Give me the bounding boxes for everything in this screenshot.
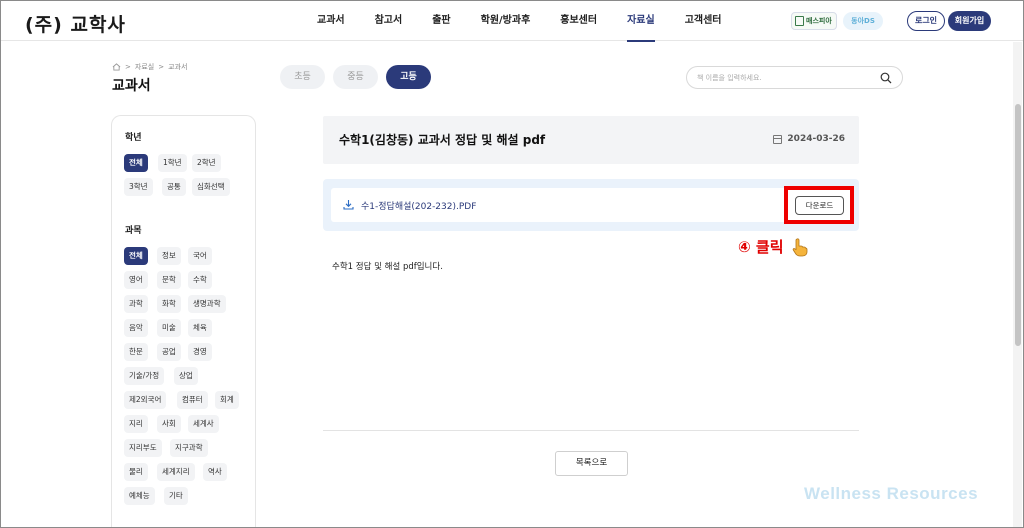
subject-chip[interactable]: 영어 (124, 271, 148, 289)
nav-item-customer-center[interactable]: 고객센터 (685, 1, 722, 41)
nav-item-publishing[interactable]: 출판 (432, 1, 450, 41)
partner-badge-mathpia[interactable]: 매스피아 (791, 12, 837, 30)
subject-chip[interactable]: 예체능 (124, 487, 155, 505)
subject-chip[interactable]: 체육 (188, 319, 212, 337)
breadcrumb-item-resources[interactable]: 자료실 (135, 62, 154, 72)
grade-chip-1[interactable]: 1학년 (158, 154, 187, 172)
main-nav: 교과서 참고서 출판 학원/방과후 홍보센터 자료실 고객센터 (317, 1, 752, 42)
search-box (686, 66, 903, 89)
subject-chip[interactable]: 과학 (124, 295, 148, 313)
subject-chip[interactable]: 지리 (124, 415, 148, 433)
instruction-annotation: ④ 클릭 (738, 236, 810, 257)
subject-chip[interactable]: 국어 (188, 247, 212, 265)
nav-item-textbook[interactable]: 교과서 (317, 1, 345, 41)
calendar-icon (773, 134, 783, 144)
subject-chip[interactable]: 회계 (215, 391, 239, 409)
grade-chip-3[interactable]: 3학년 (124, 178, 153, 196)
instruction-annotation-text: ④ 클릭 (738, 238, 784, 256)
post-date: 2024-03-26 (773, 134, 845, 144)
grade-filter-label: 학년 (125, 133, 142, 143)
site-header: (주) 교학사 교과서 참고서 출판 학원/방과후 홍보센터 자료실 고객센터 … (1, 1, 1023, 42)
nav-item-reference[interactable]: 참고서 (375, 1, 403, 41)
subject-chip[interactable]: 사회 (157, 415, 181, 433)
post-date-text: 2024-03-26 (787, 134, 845, 144)
subject-chip[interactable]: 제2외국어 (124, 391, 167, 409)
partner-badge-secondary[interactable]: 동아DS (843, 12, 883, 30)
join-button[interactable]: 회원가입 (948, 11, 991, 31)
pointing-hand-icon (792, 237, 807, 256)
site-logo[interactable]: (주) 교학사 (25, 10, 126, 37)
subject-chip[interactable]: 물리 (124, 463, 148, 481)
attachment-filename[interactable]: 수1-정답해설(202-232).PDF (361, 199, 476, 212)
content-divider (323, 430, 859, 431)
subject-chip[interactable]: 세계사 (188, 415, 219, 433)
login-button[interactable]: 로그인 (907, 11, 945, 31)
subject-chip[interactable]: 지리부도 (124, 439, 162, 457)
search-input[interactable] (697, 71, 872, 85)
post-body: 수학1 정답 및 해설 pdf입니다. (332, 262, 443, 272)
subject-chip[interactable]: 역사 (203, 463, 227, 481)
breadcrumb: > 자료실 > 교과서 (112, 62, 187, 72)
subject-chip[interactable]: 전체 (124, 247, 148, 265)
filter-panel: 학년 전체 1학년 2학년 3학년 공통 심화선택 과목 전체 정보 국어 영어… (111, 115, 256, 527)
page-title: 교과서 (112, 78, 151, 94)
subject-chip[interactable]: 화학 (157, 295, 181, 313)
building-icon (795, 16, 804, 26)
attachment-row: 수1-정답해설(202-232).PDF (331, 188, 851, 222)
post-title: 수학1(김창동) 교과서 정답 및 해설 pdf (339, 133, 546, 147)
subject-chip[interactable]: 기타 (164, 487, 188, 505)
download-icon (343, 200, 354, 210)
back-to-list-button[interactable]: 목록으로 (555, 451, 628, 476)
nav-item-resources[interactable]: 자료실 (627, 1, 655, 42)
partner-badge-mathpia-label: 매스피아 (806, 17, 832, 25)
grade-chip-2[interactable]: 2학년 (192, 154, 221, 172)
attachment-box: 수1-정답해설(202-232).PDF (323, 179, 859, 231)
nav-item-pr-center[interactable]: 홍보센터 (560, 1, 597, 41)
subject-chip[interactable]: 수학 (188, 271, 212, 289)
tab-elementary[interactable]: 초등 (280, 65, 325, 89)
grade-chip-common[interactable]: 공통 (162, 178, 186, 196)
subject-chip[interactable]: 정보 (157, 247, 181, 265)
subject-chip[interactable]: 지구과학 (170, 439, 208, 457)
search-icon[interactable] (880, 72, 892, 84)
watermark: Wellness Resources (804, 484, 979, 503)
breadcrumb-separator: > (158, 63, 165, 71)
post-header: 수학1(김창동) 교과서 정답 및 해설 pdf 2024-03-26 (323, 116, 859, 164)
subject-chip[interactable]: 컴퓨터 (177, 391, 208, 409)
home-icon[interactable] (112, 63, 121, 71)
breadcrumb-item-textbook[interactable]: 교과서 (168, 62, 187, 72)
subject-chip[interactable]: 음악 (124, 319, 148, 337)
subject-chip[interactable]: 기술/가정 (124, 367, 165, 385)
subject-filter-label: 과목 (125, 226, 142, 236)
subject-chip[interactable]: 경영 (188, 343, 212, 361)
subject-chip[interactable]: 미술 (157, 319, 181, 337)
subject-chip[interactable]: 생명과학 (188, 295, 226, 313)
breadcrumb-separator: > (125, 63, 131, 71)
subject-chip[interactable]: 상업 (174, 367, 198, 385)
page-scrollbar-thumb[interactable] (1015, 104, 1021, 346)
download-button[interactable]: 다운로드 (795, 196, 844, 215)
nav-item-academy[interactable]: 학원/방과후 (481, 1, 531, 41)
grade-chip-all[interactable]: 전체 (124, 154, 148, 172)
tab-middle[interactable]: 중등 (333, 65, 378, 89)
subject-chip[interactable]: 세계지리 (157, 463, 195, 481)
level-tabs: 초등 중등 고등 (280, 65, 431, 89)
subject-chip[interactable]: 문학 (157, 271, 181, 289)
subject-chip[interactable]: 한문 (124, 343, 148, 361)
tab-high[interactable]: 고등 (386, 65, 431, 89)
grade-chip-advanced[interactable]: 심화선택 (192, 178, 230, 196)
subject-chip[interactable]: 공업 (157, 343, 181, 361)
